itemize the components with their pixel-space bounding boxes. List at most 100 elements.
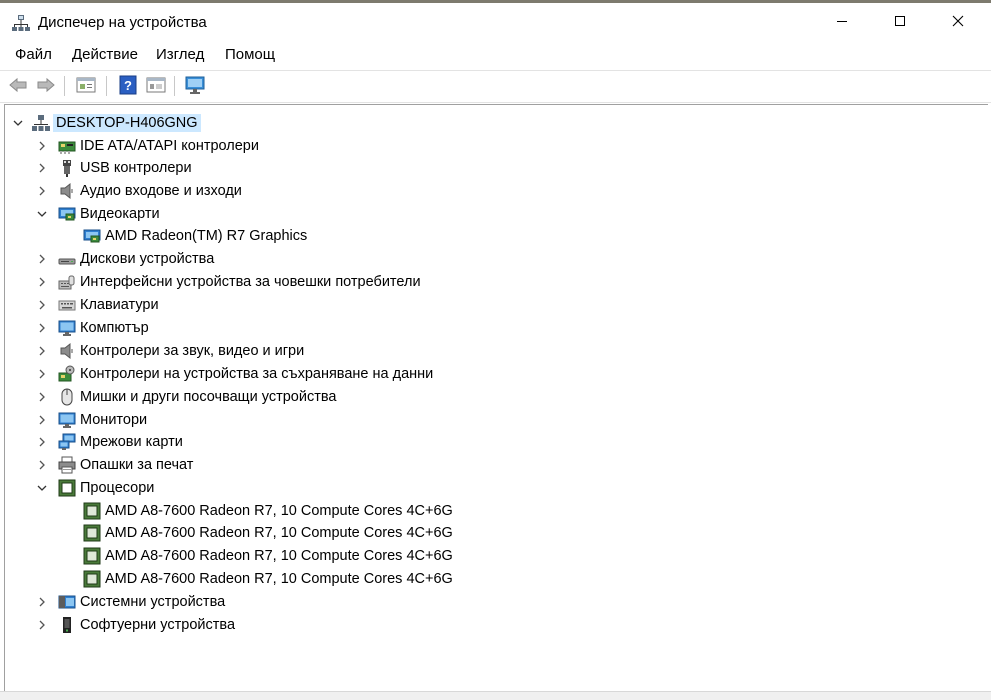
menu-view[interactable]: Изглед <box>156 46 204 63</box>
toolbar: ? <box>0 70 991 102</box>
tree-category-printers[interactable]: Опашки за печат <box>58 454 193 476</box>
monitor-icon <box>58 411 76 429</box>
properties-button[interactable] <box>75 75 97 97</box>
tree-category-mouse[interactable]: Мишки и други посочващи устройства <box>58 386 336 408</box>
menu-action[interactable]: Действие <box>72 46 138 63</box>
computer-network-icon <box>32 114 50 132</box>
tree-device-cpu[interactable]: AMD A8-7600 Radeon R7, 10 Compute Cores … <box>83 500 453 522</box>
menu-help[interactable]: Помощ <box>225 46 275 63</box>
tree-category-network[interactable]: Мрежови карти <box>58 431 183 453</box>
expand-chevron[interactable] <box>36 248 48 270</box>
svg-text:?: ? <box>124 78 132 93</box>
expand-chevron[interactable] <box>36 135 48 157</box>
category-label: Мрежови карти <box>80 434 183 450</box>
category-label: Видеокарти <box>80 206 160 222</box>
window-title: Диспечер на устройства <box>38 14 207 31</box>
expand-chevron[interactable] <box>36 317 48 339</box>
category-label: USB контролери <box>80 160 192 176</box>
expand-chevron[interactable] <box>36 340 48 362</box>
expand-chevron[interactable] <box>36 294 48 316</box>
processor-icon <box>58 479 76 497</box>
expand-chevron[interactable] <box>36 386 48 408</box>
tree-device-cpu[interactable]: AMD A8-7600 Radeon R7, 10 Compute Cores … <box>83 568 453 590</box>
disk-drive-icon <box>58 250 76 268</box>
tree-category-processors[interactable]: Процесори <box>58 477 154 499</box>
software-device-icon <box>58 616 76 634</box>
collapse-chevron[interactable] <box>36 477 48 499</box>
speaker-icon <box>58 182 76 200</box>
processor-icon <box>83 502 101 520</box>
usb-icon <box>58 159 76 177</box>
expand-chevron[interactable] <box>36 180 48 202</box>
help-button[interactable]: ? <box>117 75 139 97</box>
toolbar-separator <box>174 76 175 96</box>
maximize-button[interactable] <box>877 3 923 41</box>
tree-category-storage[interactable]: Контролери на устройства за съхраняване … <box>58 363 433 385</box>
expand-chevron[interactable] <box>36 591 48 613</box>
toolbar-separator <box>64 76 65 96</box>
maximize-icon <box>894 14 906 30</box>
title-bar[interactable]: Диспечер на устройства <box>0 3 991 41</box>
category-label: Системни устройства <box>80 594 226 610</box>
tree-category-ide[interactable]: IDE ATA/ATAPI контролери <box>58 135 259 157</box>
tree-device-gpu[interactable]: AMD Radeon(TM) R7 Graphics <box>83 225 307 247</box>
tree-category-system[interactable]: Системни устройства <box>58 591 225 613</box>
tree-category-disk[interactable]: Дискови устройства <box>58 248 214 270</box>
system-devices-icon <box>58 593 76 611</box>
processor-icon <box>83 524 101 542</box>
expand-chevron[interactable] <box>36 157 48 179</box>
expand-chevron[interactable] <box>36 271 48 293</box>
tree-category-usb[interactable]: USB контролери <box>58 157 192 179</box>
device-label: AMD A8-7600 Radeon R7, 10 Compute Cores … <box>105 548 453 564</box>
help-icon: ? <box>119 75 137 98</box>
expand-chevron[interactable] <box>36 614 48 636</box>
mouse-icon <box>58 388 76 406</box>
back-arrow-icon <box>8 77 28 96</box>
hid-icon <box>58 273 76 291</box>
category-label: Монитори <box>80 412 148 428</box>
keyboard-icon <box>58 296 76 314</box>
device-tree[interactable]: DESKTOP-H406GNG IDE ATA/ATAPI контролери… <box>4 104 988 692</box>
sound-controller-icon <box>58 342 76 360</box>
tree-category-audio[interactable]: Аудио входове и изходи <box>58 180 242 202</box>
expand-chevron[interactable] <box>36 409 48 431</box>
tree-category-computer[interactable]: Компютър <box>58 317 149 339</box>
device-label: AMD A8-7600 Radeon R7, 10 Compute Cores … <box>105 571 453 587</box>
tree-category-sound[interactable]: Контролери за звук, видео и игри <box>58 340 304 362</box>
tree-device-cpu[interactable]: AMD A8-7600 Radeon R7, 10 Compute Cores … <box>83 522 453 544</box>
menu-bar: Файл Действие Изглед Помощ <box>0 41 991 69</box>
category-label: Контролери на устройства за съхраняване … <box>80 366 434 382</box>
storage-controller-icon <box>58 365 76 383</box>
tree-category-software[interactable]: Софтуерни устройства <box>58 614 235 636</box>
processor-icon <box>83 570 101 588</box>
scan-hardware-button[interactable] <box>184 75 206 97</box>
view-button[interactable] <box>145 75 167 97</box>
device-label: AMD A8-7600 Radeon R7, 10 Compute Cores … <box>105 525 453 541</box>
expand-chevron[interactable] <box>36 431 48 453</box>
collapse-chevron[interactable] <box>36 203 48 225</box>
device-label: AMD A8-7600 Radeon R7, 10 Compute Cores … <box>105 503 453 519</box>
root-label: DESKTOP-H406GNG <box>53 114 201 132</box>
back-button[interactable] <box>7 75 29 97</box>
tree-category-display[interactable]: Видеокарти <box>58 203 160 225</box>
category-label: Аудио входове и изходи <box>80 183 242 199</box>
category-label: IDE ATA/ATAPI контролери <box>80 138 259 154</box>
tree-category-hid[interactable]: Интерфейсни устройства за човешки потреб… <box>58 271 421 293</box>
collapse-chevron[interactable] <box>12 112 24 134</box>
forward-button[interactable] <box>35 75 57 97</box>
expand-chevron[interactable] <box>36 454 48 476</box>
tree-device-cpu[interactable]: AMD A8-7600 Radeon R7, 10 Compute Cores … <box>83 545 453 567</box>
category-label: Опашки за печат <box>80 457 194 473</box>
category-label: Компютър <box>80 320 149 336</box>
forward-arrow-icon <box>36 77 56 96</box>
tree-category-monitors[interactable]: Монитори <box>58 409 147 431</box>
expand-chevron[interactable] <box>36 363 48 385</box>
menu-file[interactable]: Файл <box>15 46 52 63</box>
minimize-button[interactable] <box>819 3 865 41</box>
close-button[interactable] <box>935 3 981 41</box>
display-adapter-icon <box>83 227 101 245</box>
view-icon <box>146 76 166 97</box>
tree-category-keyboard[interactable]: Клавиатури <box>58 294 159 316</box>
category-label: Процесори <box>80 480 155 496</box>
tree-root[interactable]: DESKTOP-H406GNG <box>32 112 201 134</box>
